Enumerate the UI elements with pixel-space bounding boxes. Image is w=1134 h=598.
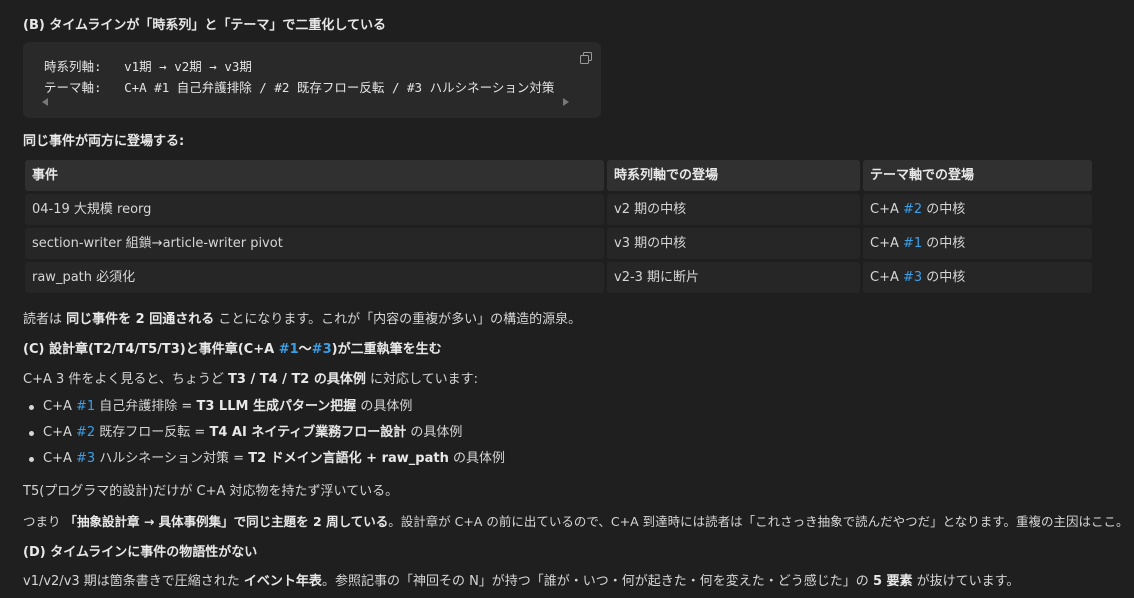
text: ことになります。これが「内容の重複が多い」の構造的源泉。 (214, 312, 582, 327)
table-cell-theme: C+A #2 の中核 (863, 194, 1092, 225)
paragraph-reader: 読者は 同じ事件を 2 回通される ことになります。これが「内容の重複が多い」の… (23, 308, 581, 327)
bold-text: イベント年表 (243, 574, 322, 589)
cell-text: の中核 (922, 202, 966, 217)
scroll-right-arrow-icon[interactable] (563, 98, 569, 106)
paragraph-tsumari: つまり 「抽象設計章 → 具体事例集」で同じ主題を 2 周している。設計章が C… (23, 511, 1129, 530)
bullet-list: C+A #1 自己弁護排除 = T3 LLM 生成パターン把握 の具体例 C+A… (23, 394, 505, 472)
issue-link[interactable]: #2 (76, 425, 95, 440)
text: C+A (43, 451, 76, 466)
bold-text: 「抽象設計章 → 具体事例集」で同じ主題を 2 周している (64, 514, 389, 529)
heading-b: (B) タイムラインが「時系列」と「テーマ」で二重化している (23, 18, 387, 33)
text: の具体例 (356, 399, 413, 414)
code-line-theme: テーマ軸: C+A #1 自己弁護排除 / #2 既存フロー反転 / #3 ハル… (44, 80, 555, 95)
table-cell-timeline: v2 期の中核 (607, 194, 860, 225)
text: 。参照記事の「神回その N」が持つ「誰が・いつ・何が起きた・何を変えた・どう感じ… (321, 574, 873, 589)
issue-link[interactable]: #1 (279, 342, 299, 357)
paragraph-d: v1/v2/v3 期は箇条書きで圧縮された イベント年表。参照記事の「神回その … (23, 570, 1019, 589)
issue-link[interactable]: #2 (903, 202, 922, 217)
paragraph-c: C+A 3 件をよく見ると、ちょうど T3 / T4 / T2 の具体例 に対応… (23, 368, 478, 387)
issue-link[interactable]: #1 (903, 236, 922, 251)
bold-text: 5 要素 (872, 574, 913, 589)
chat-message-content: (B) タイムラインが「時系列」と「テーマ」で二重化している 時系列軸: v1期… (0, 0, 1134, 598)
scroll-left-arrow-icon[interactable] (42, 98, 48, 106)
issue-link[interactable]: #3 (903, 270, 922, 285)
list-item: C+A #2 既存フロー反転 = T4 AI ネイティブ業務フロー設計 の具体例 (23, 420, 505, 446)
heading-d: (D) タイムラインに事件の物語性がない (23, 545, 258, 560)
table-cell-theme: C+A #1 の中核 (863, 228, 1092, 259)
text: 〜 (298, 342, 312, 357)
bold-text: T3 LLM 生成パターン把握 (196, 399, 357, 414)
table-header-theme: テーマ軸での登場 (863, 160, 1092, 191)
text: 既存フロー反転 = (95, 425, 210, 440)
copy-icon[interactable] (580, 52, 592, 64)
cell-text: の中核 (922, 236, 966, 251)
cell-text: の中核 (922, 270, 966, 285)
text: に対応しています: (365, 372, 479, 387)
text: ハルシネーション対策 = (95, 451, 249, 466)
paragraph-t5: T5(プログラマ的設計)だけが C+A 対応物を持たず浮いている。 (23, 484, 399, 499)
list-item: C+A #3 ハルシネーション対策 = T2 ドメイン言語化 + raw_pat… (23, 446, 505, 472)
code-line-timeline: 時系列軸: v1期 → v2期 → v3期 (44, 59, 252, 74)
bold-text: 同じ事件を 2 回通される (66, 312, 215, 327)
issue-link[interactable]: #3 (312, 342, 332, 357)
table-header-event: 事件 (25, 160, 604, 191)
cell-text: C+A (870, 270, 903, 285)
bold-text: T2 ドメイン言語化 + raw_path (248, 451, 449, 466)
table-cell-event: 04-19 大規模 reorg (25, 194, 604, 225)
cell-text: C+A (870, 202, 903, 217)
bold-text: T4 AI ネイティブ業務フロー設計 (209, 425, 407, 440)
table-header-timeline: 時系列軸での登場 (607, 160, 860, 191)
issue-link[interactable]: #1 (76, 399, 95, 414)
issue-link[interactable]: #3 (76, 451, 95, 466)
code-content: 時系列軸: v1期 → v2期 → v3期 テーマ軸: C+A #1 自己弁護排… (44, 56, 554, 98)
text: つまり (23, 514, 65, 529)
code-block: 時系列軸: v1期 → v2期 → v3期 テーマ軸: C+A #1 自己弁護排… (23, 42, 601, 118)
list-item: C+A #1 自己弁護排除 = T3 LLM 生成パターン把握 の具体例 (23, 394, 505, 420)
table-cell-timeline: v3 期の中核 (607, 228, 860, 259)
text: (C) 設計章(T2/T4/T5/T3)と事件章(C+A (23, 342, 279, 357)
text: C+A (43, 399, 76, 414)
table-cell-theme: C+A #3 の中核 (863, 262, 1092, 293)
heading-c: (C) 設計章(T2/T4/T5/T3)と事件章(C+A #1〜#3)が二重執筆… (23, 338, 442, 357)
text: C+A 3 件をよく見ると、ちょうど (23, 372, 229, 387)
table-cell-timeline: v2-3 期に断片 (607, 262, 860, 293)
table-cell-event: raw_path 必須化 (25, 262, 604, 293)
text: 。設計章が C+A の前に出ているので、C+A 到達時には読者は「これさっき抽象… (388, 514, 1129, 529)
table-cell-event: section-writer 組鎖→article-writer pivot (25, 228, 604, 259)
text: 自己弁護排除 = (95, 399, 197, 414)
text: の具体例 (406, 425, 463, 440)
text: C+A (43, 425, 76, 440)
text: )が二重執筆を生む (331, 342, 442, 357)
intro-text: 同じ事件が両方に登場する: (23, 134, 185, 149)
bold-text: T3 / T4 / T2 の具体例 (228, 372, 366, 387)
text: が抜けています。 (912, 574, 1020, 589)
text: の具体例 (448, 451, 505, 466)
text: 読者は (23, 312, 67, 327)
text: v1/v2/v3 期は箇条書きで圧縮された (23, 574, 244, 589)
cell-text: C+A (870, 236, 903, 251)
